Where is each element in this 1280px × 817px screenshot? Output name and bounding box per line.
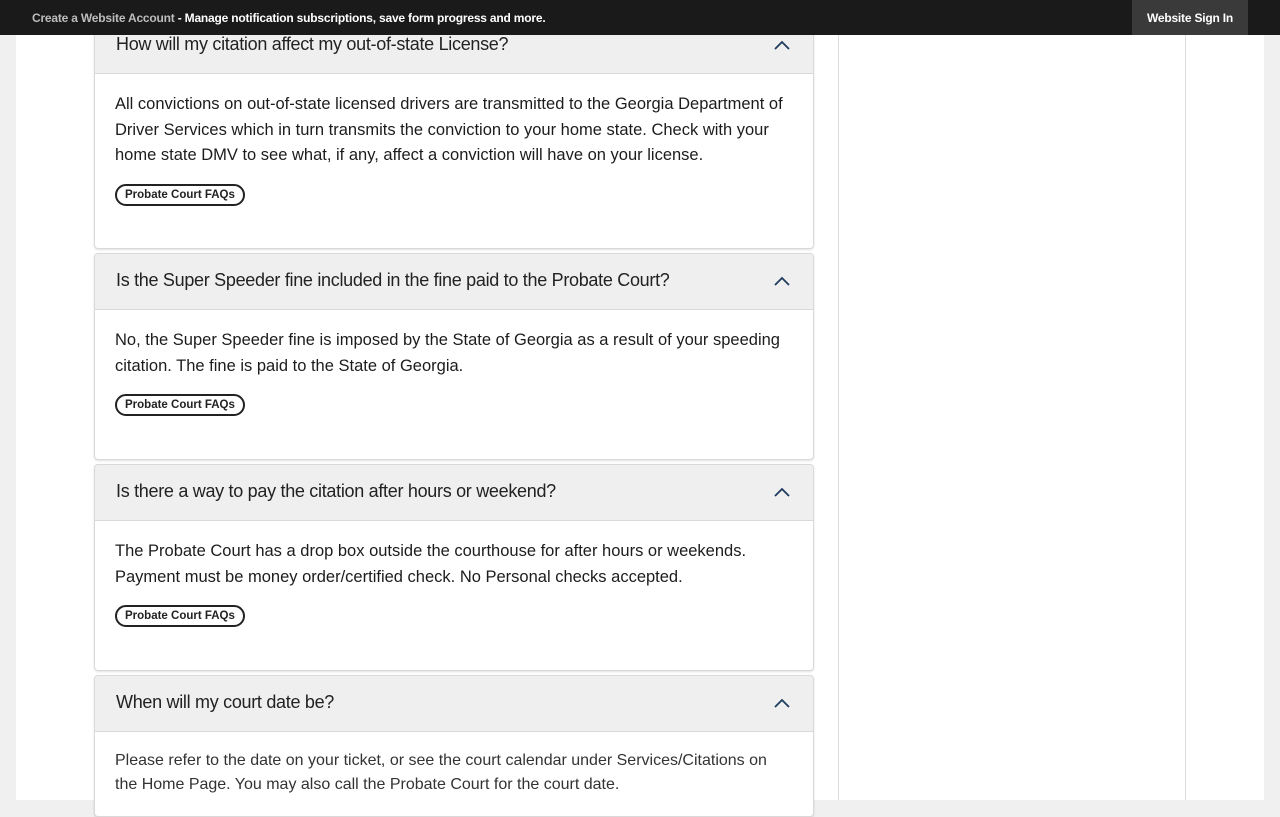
faq-item: Is there a way to pay the citation after… xyxy=(94,464,814,671)
faq-header[interactable]: When will my court date be? xyxy=(95,676,813,732)
faq-category-tag[interactable]: Probate Court FAQs xyxy=(115,183,245,206)
faq-body: All convictions on out-of-state licensed… xyxy=(95,74,813,248)
faq-question: When will my court date be? xyxy=(116,692,334,712)
account-bar-description: - Manage notification subscriptions, sav… xyxy=(174,11,546,25)
faq-answer: Please refer to the date on your ticket,… xyxy=(115,752,767,793)
faq-body: No, the Super Speeder fine is imposed by… xyxy=(95,310,813,459)
faq-category-tag[interactable]: Probate Court FAQs xyxy=(115,394,245,416)
sidebar-column xyxy=(838,0,1186,800)
faq-answer: No, the Super Speeder fine is imposed by… xyxy=(115,331,780,375)
faq-header[interactable]: Is the Super Speeder fine included in th… xyxy=(95,254,813,310)
account-bar: Create a Website Account - Manage notifi… xyxy=(0,0,1280,35)
faq-question: Is the Super Speeder fine included in th… xyxy=(116,270,670,290)
faq-body: The Probate Court has a drop box outside… xyxy=(95,521,813,670)
account-bar-message: Create a Website Account - Manage notifi… xyxy=(32,11,546,25)
faq-category-tag[interactable]: Probate Court FAQs xyxy=(115,605,245,627)
chevron-up-icon[interactable] xyxy=(773,485,791,499)
chevron-up-icon[interactable] xyxy=(773,274,791,288)
faq-body: Please refer to the date on your ticket,… xyxy=(95,732,813,797)
chevron-up-icon[interactable] xyxy=(773,38,791,52)
faq-question: Is there a way to pay the citation after… xyxy=(116,481,556,501)
website-sign-in-button[interactable]: Website Sign In xyxy=(1132,0,1248,35)
chevron-up-icon[interactable] xyxy=(773,696,791,710)
create-account-link[interactable]: Create a Website Account xyxy=(32,11,175,25)
faq-answer: The Probate Court has a drop box outside… xyxy=(115,542,747,586)
faq-item: How will my citation affect my out-of-st… xyxy=(94,17,814,249)
faq-question: How will my citation affect my out-of-st… xyxy=(116,34,509,54)
faq-answer: All convictions on out-of-state licensed… xyxy=(115,95,783,164)
faq-item: Is the Super Speeder fine included in th… xyxy=(94,253,814,460)
faq-header[interactable]: Is there a way to pay the citation after… xyxy=(95,465,813,521)
faq-item: When will my court date be? Please refer… xyxy=(94,675,814,817)
